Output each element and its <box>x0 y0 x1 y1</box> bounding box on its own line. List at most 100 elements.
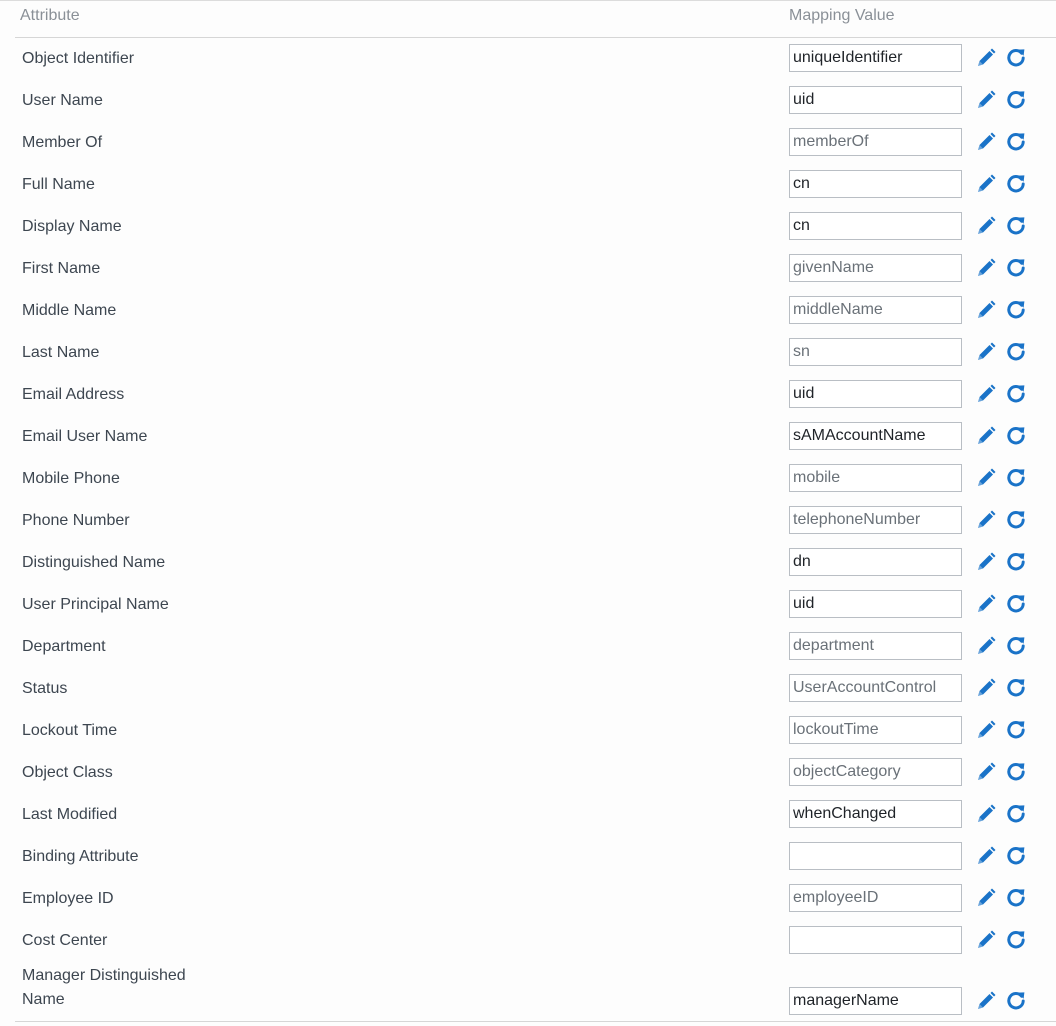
reset-refresh-icon[interactable] <box>1005 845 1027 867</box>
attribute-label: Manager Distinguished Name <box>22 967 186 1008</box>
column-header-attribute: Attribute <box>20 7 80 24</box>
mapping-value-field[interactable]: sAMAccountName <box>789 422 962 450</box>
reset-refresh-icon[interactable] <box>1005 299 1027 321</box>
pencil-edit-icon[interactable] <box>975 89 997 111</box>
pencil-edit-icon[interactable] <box>975 383 997 405</box>
pencil-edit-icon[interactable] <box>975 341 997 363</box>
reset-refresh-icon[interactable] <box>1005 467 1027 489</box>
reset-refresh-icon[interactable] <box>1005 635 1027 657</box>
pencil-edit-icon[interactable] <box>975 47 997 69</box>
pencil-edit-icon[interactable] <box>975 635 997 657</box>
mapping-value-field[interactable]: UserAccountControl <box>789 674 962 702</box>
pencil-edit-icon[interactable] <box>975 551 997 573</box>
table-row: Last Modified whenChanged <box>0 794 1056 836</box>
reset-refresh-icon[interactable] <box>1005 47 1027 69</box>
attribute-label: Status <box>22 680 68 697</box>
reset-refresh-icon[interactable] <box>1005 425 1027 447</box>
attribute-label: Distinguished Name <box>22 554 166 571</box>
reset-refresh-icon[interactable] <box>1005 929 1027 951</box>
attribute-label: Middle Name <box>22 302 117 319</box>
attribute-label: Full Name <box>22 176 95 193</box>
reset-refresh-icon[interactable] <box>1005 509 1027 531</box>
attribute-label: User Principal Name <box>22 596 169 613</box>
table-row: Middle Name middleName <box>0 290 1056 332</box>
attribute-label: User Name <box>22 92 103 109</box>
mapping-value-field[interactable]: managerName <box>789 987 962 1015</box>
reset-refresh-icon[interactable] <box>1005 551 1027 573</box>
table-row: Full Name cn <box>0 164 1056 206</box>
bottom-divider <box>15 1021 1056 1022</box>
pencil-edit-icon[interactable] <box>975 929 997 951</box>
pencil-edit-icon[interactable] <box>975 215 997 237</box>
reset-refresh-icon[interactable] <box>1005 257 1027 279</box>
pencil-edit-icon[interactable] <box>975 593 997 615</box>
reset-refresh-icon[interactable] <box>1005 677 1027 699</box>
table-row: Phone Number telephoneNumber <box>0 500 1056 542</box>
pencil-edit-icon[interactable] <box>975 467 997 489</box>
mapping-value-field[interactable]: cn <box>789 212 962 240</box>
mapping-value-field[interactable]: telephoneNumber <box>789 506 962 534</box>
reset-refresh-icon[interactable] <box>1005 803 1027 825</box>
attribute-label: Mobile Phone <box>22 470 120 487</box>
reset-refresh-icon[interactable] <box>1005 761 1027 783</box>
attribute-label: Phone Number <box>22 512 130 529</box>
mapping-value-field[interactable]: mobile <box>789 464 962 492</box>
table-row: Distinguished Name dn <box>0 542 1056 584</box>
mapping-value-field[interactable]: cn <box>789 170 962 198</box>
pencil-edit-icon[interactable] <box>975 990 997 1012</box>
mapping-value-field[interactable]: whenChanged <box>789 800 962 828</box>
pencil-edit-icon[interactable] <box>975 761 997 783</box>
attribute-label: Department <box>22 638 106 655</box>
attribute-label: Cost Center <box>22 932 108 949</box>
reset-refresh-icon[interactable] <box>1005 215 1027 237</box>
mapping-value-field[interactable] <box>789 926 962 954</box>
mapping-value-field[interactable]: givenName <box>789 254 962 282</box>
pencil-edit-icon[interactable] <box>975 677 997 699</box>
mapping-value-field[interactable]: employeeID <box>789 884 962 912</box>
reset-refresh-icon[interactable] <box>1005 990 1027 1012</box>
mapping-value-field[interactable]: dn <box>789 548 962 576</box>
mapping-value-field[interactable]: uid <box>789 86 962 114</box>
pencil-edit-icon[interactable] <box>975 425 997 447</box>
reset-refresh-icon[interactable] <box>1005 89 1027 111</box>
reset-refresh-icon[interactable] <box>1005 593 1027 615</box>
pencil-edit-icon[interactable] <box>975 131 997 153</box>
attribute-label: Lockout Time <box>22 722 118 739</box>
mapping-value-field[interactable]: uid <box>789 590 962 618</box>
pencil-edit-icon[interactable] <box>975 509 997 531</box>
pencil-edit-icon[interactable] <box>975 257 997 279</box>
mapping-value-field[interactable]: lockoutTime <box>789 716 962 744</box>
reset-refresh-icon[interactable] <box>1005 341 1027 363</box>
mapping-value-field[interactable]: memberOf <box>789 128 962 156</box>
pencil-edit-icon[interactable] <box>975 299 997 321</box>
table-row: User Name uid <box>0 80 1056 122</box>
pencil-edit-icon[interactable] <box>975 887 997 909</box>
reset-refresh-icon[interactable] <box>1005 131 1027 153</box>
attribute-label: Object Identifier <box>22 50 135 67</box>
table-row: Status UserAccountControl <box>0 668 1056 710</box>
mapping-value-field[interactable]: middleName <box>789 296 962 324</box>
table-row: Department department <box>0 626 1056 668</box>
mapping-value-field[interactable]: objectCategory <box>789 758 962 786</box>
reset-refresh-icon[interactable] <box>1005 887 1027 909</box>
mapping-value-field[interactable]: uid <box>789 380 962 408</box>
attribute-label: Email User Name <box>22 428 148 445</box>
mapping-value-field[interactable]: sn <box>789 338 962 366</box>
table-row: Lockout Time lockoutTime <box>0 710 1056 752</box>
mapping-value-field[interactable]: uniqueIdentifier <box>789 44 962 72</box>
table-row: Manager Distinguished Name managerName <box>0 962 1056 1026</box>
table-row: Cost Center <box>0 920 1056 962</box>
mapping-value-field[interactable]: department <box>789 632 962 660</box>
attribute-label: Last Modified <box>22 806 118 823</box>
reset-refresh-icon[interactable] <box>1005 383 1027 405</box>
mapping-value-field[interactable] <box>789 842 962 870</box>
pencil-edit-icon[interactable] <box>975 719 997 741</box>
attribute-label: Last Name <box>22 344 100 361</box>
pencil-edit-icon[interactable] <box>975 845 997 867</box>
reset-refresh-icon[interactable] <box>1005 173 1027 195</box>
reset-refresh-icon[interactable] <box>1005 719 1027 741</box>
attribute-label: Binding Attribute <box>22 848 139 865</box>
pencil-edit-icon[interactable] <box>975 173 997 195</box>
pencil-edit-icon[interactable] <box>975 803 997 825</box>
attribute-label: First Name <box>22 260 101 277</box>
